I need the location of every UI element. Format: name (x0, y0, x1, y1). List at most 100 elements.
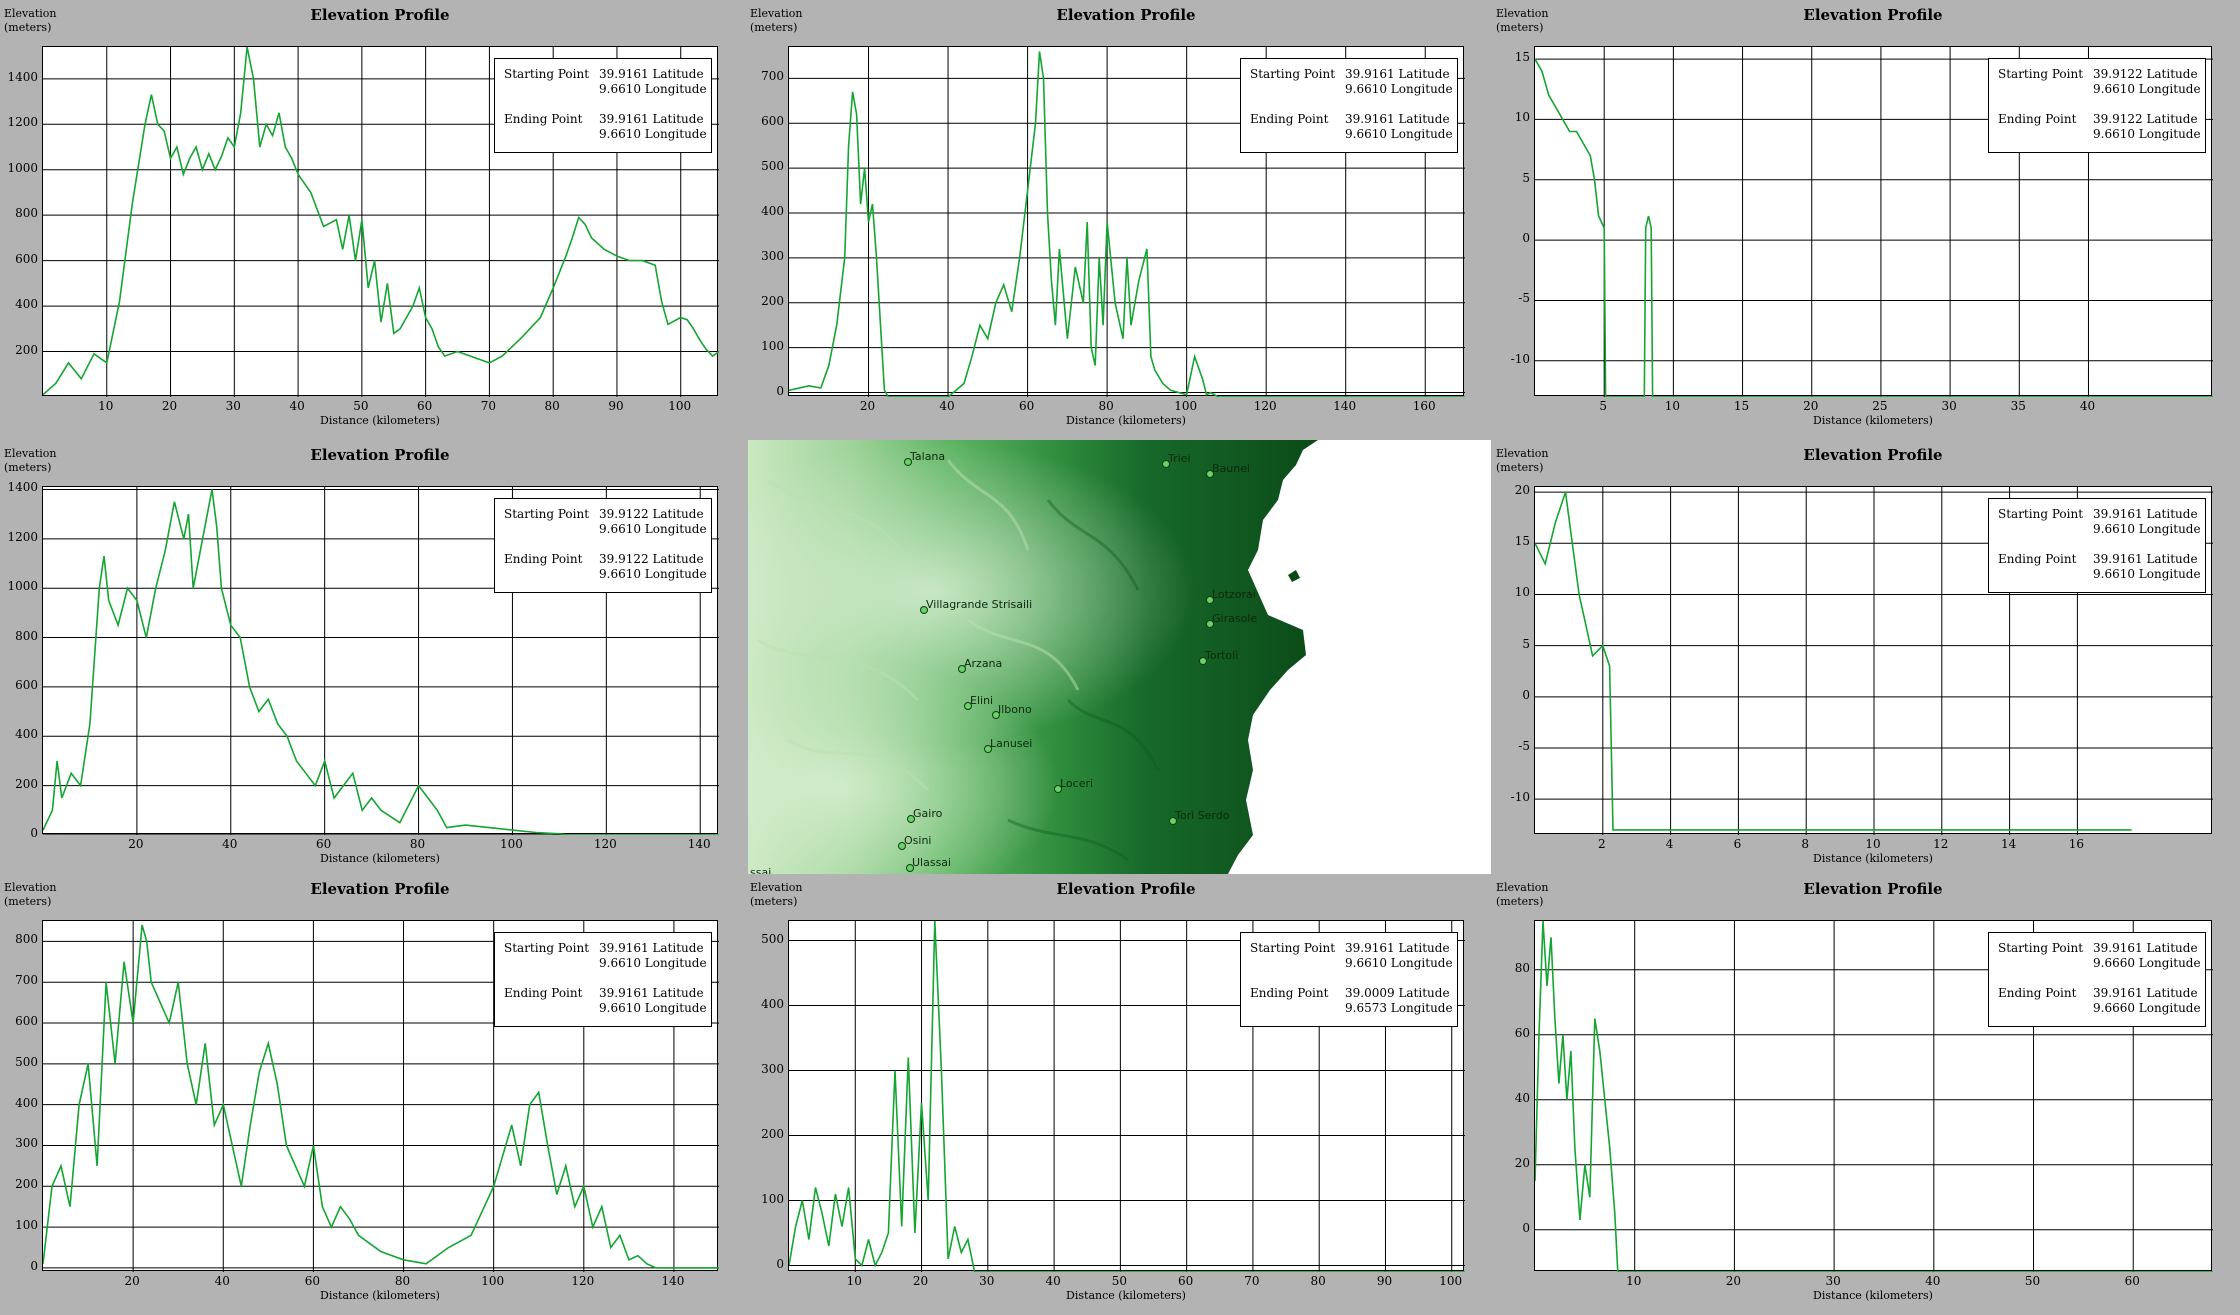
end-point-label: Ending Point (504, 112, 583, 126)
y-tick-label: 600 (761, 114, 784, 129)
start-longitude: 9.6610 Longitude (599, 956, 707, 970)
town-label: Ilbono (998, 703, 1032, 716)
x-tick-label: 60 (316, 837, 332, 851)
town-label: Osini (904, 834, 932, 847)
end-point-label: Ending Point (504, 552, 583, 566)
x-tick-label: 100 (481, 1274, 505, 1288)
x-tick-label: 20 (124, 1274, 140, 1288)
coordinates-legend: Starting Point 39.9161 Latitude 9.6660 Lon… (1988, 932, 2206, 1027)
y-tick-label: 1400 (7, 480, 38, 495)
y-tick-label: 0 (30, 826, 38, 840)
y-axis-label-line1: Elevation (1496, 881, 1549, 894)
start-latitude: 39.9161 Latitude (1345, 941, 1450, 955)
town-label: Villagrande Strisaili (926, 598, 1033, 611)
y-tick-label: 1000 (7, 579, 38, 594)
y-tick-label: 600 (15, 251, 38, 266)
x-tick-label: 120 (571, 1274, 595, 1288)
elevation-panel: Elevation Profile Elevation (meters) 20 40 60… (0, 874, 746, 1315)
start-point-label: Starting Point (1998, 507, 2084, 521)
y-axis-label: Elevation (meters) (750, 881, 802, 909)
town-label: Talana (910, 450, 946, 463)
end-latitude: 39.0009 Latitude (1345, 986, 1450, 1000)
y-tick-label: 400 (761, 996, 784, 1011)
x-tick-label: 10 (1664, 399, 1680, 413)
x-tick-label: 20 (912, 1274, 929, 1288)
x-tick-label: 30 (1825, 1274, 1841, 1288)
y-tick-label: 400 (15, 727, 38, 742)
start-longitude: 9.6610 Longitude (1345, 82, 1453, 96)
x-tick-label: 140 (687, 837, 711, 851)
y-axis-label-line1: Elevation (1496, 447, 1549, 460)
town-label: Baunei (1212, 462, 1251, 475)
end-longitude: 9.6610 Longitude (599, 1001, 707, 1015)
y-tick-label: 15 (1514, 50, 1530, 65)
end-longitude: 9.6610 Longitude (1345, 127, 1453, 141)
y-tick-label: 800 (15, 932, 38, 947)
x-tick-label: 40 (214, 1274, 230, 1288)
start-point-label: Starting Point (504, 507, 590, 521)
y-tick-label: 800 (15, 628, 38, 643)
start-point-label: Starting Point (1998, 941, 2084, 955)
start-longitude: 9.6610 Longitude (2093, 82, 2201, 96)
terrain-map-image (748, 440, 1491, 874)
end-longitude: 9.6610 Longitude (2093, 127, 2201, 141)
town-label: Tortolì (1205, 649, 1239, 662)
y-axis-label-line2: (meters) (750, 895, 798, 908)
x-tick-label: 5 (1599, 399, 1607, 413)
x-tick-label: 30 (1941, 399, 1957, 413)
x-tick-label: 25 (1872, 399, 1888, 413)
x-tick-label: 20 (1725, 1274, 1742, 1288)
x-tick-label: 20 (1803, 399, 1819, 413)
y-tick-label: 700 (15, 973, 38, 988)
start-point-label: Starting Point (504, 67, 590, 81)
elevation-panel: Elevation Profile Elevation (meters) 20 40 60… (746, 0, 1492, 440)
y-tick-label: 60 (1514, 1025, 1530, 1040)
x-tick-label: 10 (1865, 837, 1881, 851)
x-tick-label: 60 (1178, 1274, 1194, 1288)
start-longitude: 9.6610 Longitude (599, 82, 707, 96)
y-axis-label: Elevation (meters) (1496, 881, 1548, 909)
y-tick-label: 0 (776, 383, 784, 398)
y-tick-label: 20 (1514, 483, 1530, 498)
y-tick-label: 0 (1522, 687, 1530, 702)
y-tick-label: -10 (1510, 790, 1530, 805)
y-tick-label: 1400 (7, 69, 38, 84)
y-tick-label: 10 (1514, 110, 1530, 125)
y-tick-label: 1000 (7, 160, 38, 175)
y-tick-label: 600 (15, 677, 38, 692)
x-tick-label: 60 (2124, 1274, 2140, 1288)
y-tick-label: 0 (776, 1256, 784, 1271)
x-axis-label: Distance (kilometers) (1813, 852, 1933, 865)
end-latitude: 39.9161 Latitude (2093, 552, 2198, 566)
x-axis-label: Distance (kilometers) (1066, 1289, 1186, 1302)
end-point-label: Ending Point (1998, 986, 2077, 1000)
elevation-panel: Elevation Profile Elevation (meters) 10 20 30… (1492, 874, 2240, 1315)
y-tick-label: 100 (761, 338, 784, 353)
elevation-panel: Elevation Profile Elevation (meters) 10 20 30… (746, 874, 1492, 1315)
x-tick-label: 6 (1733, 837, 1742, 851)
y-tick-label: -5 (1518, 291, 1530, 306)
y-tick-label: 400 (761, 204, 784, 219)
town-label: Lotzorai (1212, 588, 1256, 601)
start-point-label: Starting Point (1250, 941, 1336, 955)
start-latitude: 39.9161 Latitude (599, 941, 704, 955)
start-point-label: Starting Point (504, 941, 590, 955)
y-tick-label: 200 (15, 1177, 38, 1192)
y-tick-label: 1200 (7, 529, 38, 544)
y-axis-label: Elevation (meters) (750, 7, 802, 35)
x-axis-label: Distance (kilometers) (320, 1289, 440, 1302)
y-tick-label: 700 (761, 69, 784, 84)
chart-title: Elevation Profile (310, 880, 450, 898)
end-latitude: 39.9161 Latitude (599, 112, 704, 126)
x-tick-label: 60 (304, 1274, 321, 1288)
elevation-panel: Elevation Profile Elevation (meters) 2 4 6 8 10… (1492, 440, 2240, 874)
y-axis-label-line2: (meters) (1496, 461, 1544, 474)
x-tick-label: 140 (1333, 399, 1357, 413)
y-tick-label: 5 (1522, 170, 1530, 185)
y-axis-label-line1: Elevation (4, 447, 57, 460)
chart-title: Elevation Profile (1803, 446, 1943, 464)
y-tick-label: 80 (1514, 960, 1530, 975)
x-tick-label: 80 (544, 399, 560, 413)
y-axis-label: Elevation (meters) (4, 7, 56, 35)
x-tick-label: 8 (1801, 837, 1809, 851)
